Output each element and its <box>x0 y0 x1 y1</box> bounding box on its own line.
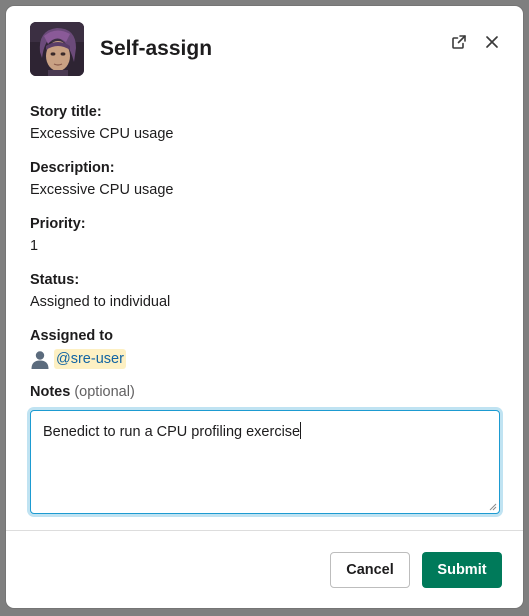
app-avatar <box>30 22 84 76</box>
assigned-user: @sre-user <box>30 348 499 370</box>
open-external-icon <box>452 35 466 49</box>
character-avatar-image <box>30 22 84 76</box>
description-field: Description: Excessive CPU usage <box>30 158 499 200</box>
close-icon <box>486 36 498 48</box>
notes-optional-hint: (optional) <box>74 384 135 400</box>
modal-title: Self-assign <box>100 37 213 60</box>
notes-textarea[interactable]: Benedict to run a CPU profiling exercise <box>30 410 500 514</box>
open-in-new-window-button[interactable] <box>446 29 472 55</box>
description-label: Description: <box>30 160 115 176</box>
cancel-button[interactable]: Cancel <box>330 552 410 588</box>
priority-value: 1 <box>30 238 39 254</box>
modal-header: Self-assign <box>6 6 523 90</box>
user-mention-link[interactable]: @sre-user <box>54 349 126 369</box>
priority-label: Priority: <box>30 216 86 232</box>
submit-button[interactable]: Submit <box>422 552 502 588</box>
status-label: Status: <box>30 272 80 288</box>
modal-footer: Cancel Submit <box>6 530 523 608</box>
story-title-label: Story title: <box>30 104 102 120</box>
status-field: Status: Assigned to individual <box>30 270 499 312</box>
story-title-field: Story title: Excessive CPU usage <box>30 102 499 144</box>
story-title-value: Excessive CPU usage <box>30 126 174 142</box>
priority-field: Priority: 1 <box>30 214 499 256</box>
description-value: Excessive CPU usage <box>30 182 174 198</box>
status-value: Assigned to individual <box>30 294 171 310</box>
assigned-to-field: Assigned to @sre-user <box>30 326 499 370</box>
close-button[interactable] <box>479 29 505 55</box>
user-silhouette-icon <box>31 351 49 369</box>
notes-label-row: Notes (optional) <box>30 382 499 402</box>
assigned-to-label: Assigned to <box>30 328 113 344</box>
notes-text: Benedict to run a CPU profiling exercise <box>43 424 301 440</box>
text-cursor <box>300 422 302 439</box>
resize-handle-icon[interactable] <box>489 503 497 511</box>
self-assign-modal: Self-assign Story title: Excessive CPU u… <box>6 6 523 608</box>
notes-label: Notes <box>30 384 71 400</box>
